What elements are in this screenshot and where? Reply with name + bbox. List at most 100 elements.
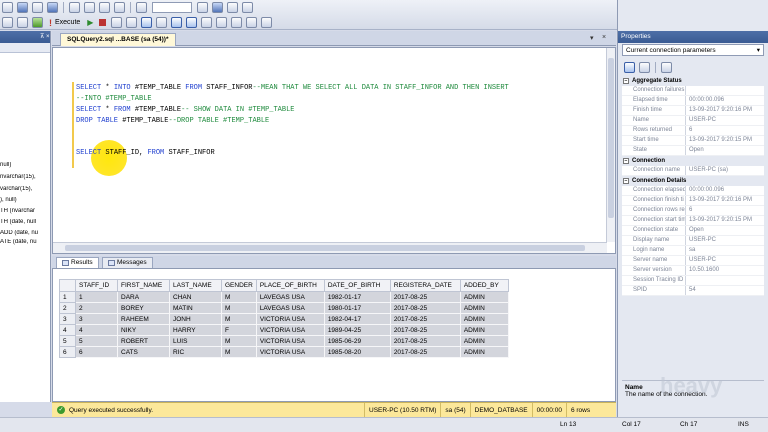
property-row[interactable]: Server name USER-PC [622,256,764,266]
editor-horizontal-scrollbar[interactable] [53,242,607,253]
table-cell[interactable]: CATS [117,346,170,358]
tree-item[interactable]: varchar(15), [0,186,50,192]
code-line[interactable]: SELECT * FROM #TEMP_TABLE-- SHOW DATA IN… [76,106,294,114]
column-header[interactable]: LAST_NAME [169,279,222,292]
column-header[interactable]: GENDER [221,279,257,292]
property-row[interactable]: State Open [622,146,764,156]
properties-icon[interactable] [227,2,238,13]
solution-config-dropdown[interactable] [152,2,192,13]
results-grid-pane[interactable]: STAFF_ID FIRST_NAME LAST_NAME GENDER PLA… [52,268,616,402]
table-cell[interactable]: 2017-08-25 [389,346,461,358]
new-query-icon[interactable] [2,2,13,13]
table-cell[interactable]: BOREY [117,302,170,314]
row-number[interactable]: 5 [59,335,76,347]
query-options-icon[interactable] [141,17,153,28]
tree-item[interactable]: nvarchar(15), [0,174,50,180]
object-explorer-icon[interactable] [212,2,223,13]
scrollbar-thumb[interactable] [65,245,585,251]
table-row[interactable]: 5 5 ROBERT LUIS M VICTORIA USA 1985-06-29 2017-… [59,335,509,347]
tree-item[interactable]: null) [0,162,50,168]
properties-object-dropdown[interactable]: Current connection parameters ▾ [622,44,764,56]
collapse-icon[interactable]: − [623,158,629,164]
row-number[interactable]: 1 [59,291,76,303]
table-row[interactable]: 2 2 BOREY MATIN M LAVEGAS USA 1980-01-17 2017-0… [59,302,509,314]
column-header[interactable]: REGISTERA_DATE [389,279,461,292]
table-cell[interactable]: 6 [75,346,118,358]
debug-play-icon[interactable]: ▶ [87,18,93,27]
available-db-icon[interactable] [32,17,43,28]
table-cell[interactable]: MATIN [169,302,222,314]
property-category[interactable]: − Connection Details [622,176,764,186]
table-cell[interactable]: M [221,302,257,314]
categorized-icon[interactable] [624,61,635,73]
code-line[interactable]: SELECT * INTO #TEMP_TABLE FROM STAFF_INF… [76,84,509,92]
table-row[interactable]: 4 4 NIKY HARRY F VICTORIA USA 1989-04-25 2017-0… [59,324,509,336]
property-row[interactable]: Connection start tim 13-09-2017 9:20:15 P… [622,216,764,226]
property-row[interactable]: Login name sa [622,246,764,256]
open-file-icon[interactable] [32,2,43,13]
change-connection-icon[interactable] [17,17,28,28]
column-header[interactable]: DATE_OF_BIRTH [323,279,391,292]
code-line[interactable]: --INTO #TEMP_TABLE [76,95,152,103]
table-cell[interactable]: ADMIN [459,346,509,358]
uncomment-icon[interactable] [231,17,243,28]
column-header[interactable]: PLACE_OF_BIRTH [255,279,325,292]
table-cell[interactable]: 3 [75,313,118,325]
table-cell[interactable]: 2017-08-25 [389,335,461,347]
table-cell[interactable]: M [221,313,257,325]
parse-icon[interactable] [111,17,123,28]
table-cell[interactable]: 4 [75,324,118,336]
query-editor[interactable]: SELECT * INTO #TEMP_TABLE FROM STAFF_INF… [52,47,616,254]
scrollbar-thumb[interactable] [608,58,614,218]
table-cell[interactable]: 2017-08-25 [389,313,461,325]
table-cell[interactable]: ROBERT [117,335,170,347]
property-grid[interactable]: − Aggregate Status Connection failures Elap… [622,76,764,296]
table-cell[interactable]: HARRY [169,324,222,336]
table-cell[interactable]: DARA [117,291,170,303]
tree-item[interactable]: ), null) [0,197,50,203]
table-cell[interactable]: 2017-08-25 [389,291,461,303]
table-cell[interactable]: VICTORIA USA [255,335,325,347]
estimated-plan-icon[interactable] [126,17,138,28]
table-cell[interactable]: 1985-08-20 [323,346,391,358]
property-pages-icon[interactable] [661,61,672,73]
tree-item[interactable]: TH (nvarchar [0,208,50,214]
table-cell[interactable]: LAVEGAS USA [255,302,325,314]
table-cell[interactable]: LAVEGAS USA [255,291,325,303]
copy-icon[interactable] [69,2,80,13]
tab-sqlquery2[interactable]: SQLQuery2.sql ...BASE (sa (54))* [60,33,176,46]
table-cell[interactable]: NIKY [117,324,170,336]
property-row[interactable]: Display name USER-PC [622,236,764,246]
property-row[interactable]: Finish time 13-09-2017 9:20:16 PM [622,106,764,116]
tab-messages[interactable]: Messages [102,257,153,268]
table-cell[interactable]: RAHEEM [117,313,170,325]
table-cell[interactable]: 2017-08-25 [389,302,461,314]
tree-item[interactable]: ADD (date, nu [0,230,50,236]
results-to-grid-icon[interactable] [186,17,198,28]
table-row[interactable]: 3 3 RAHEEM JONH M VICTORIA USA 1982-04-17 2017-… [59,313,509,325]
property-row[interactable]: Connection failures [622,86,764,96]
redo-icon[interactable] [114,2,125,13]
table-cell[interactable]: 1989-04-25 [323,324,391,336]
connect-icon[interactable] [2,17,13,28]
row-number[interactable]: 2 [59,302,76,314]
table-row[interactable]: 1 1 DARA CHAN M LAVEGAS USA 1982-01-17 2017-08-… [59,291,509,303]
table-row[interactable]: 6 6 CATS RIC M VICTORIA USA 1985-08-20 2017-08-… [59,346,509,358]
row-number[interactable]: 6 [59,346,76,358]
table-cell[interactable]: F [221,324,257,336]
property-row[interactable]: SPID 54 [622,286,764,296]
property-row[interactable]: Rows returned 6 [622,126,764,136]
table-cell[interactable]: VICTORIA USA [255,346,325,358]
property-row[interactable]: Connection elapsed 00:00:00.096 [622,186,764,196]
table-cell[interactable]: 1 [75,291,118,303]
debug-icon[interactable] [136,2,147,13]
collapse-icon[interactable]: − [623,178,629,184]
results-to-text-icon[interactable] [171,17,183,28]
undo-icon[interactable] [99,2,110,13]
table-cell[interactable]: 1982-04-17 [323,313,391,325]
table-cell[interactable]: ADMIN [459,313,509,325]
property-row[interactable]: Connection rows re 6 [622,206,764,216]
row-number[interactable]: 3 [59,313,76,325]
property-row[interactable]: Start time 13-09-2017 9:20:15 PM [622,136,764,146]
column-header[interactable]: FIRST_NAME [117,279,170,292]
